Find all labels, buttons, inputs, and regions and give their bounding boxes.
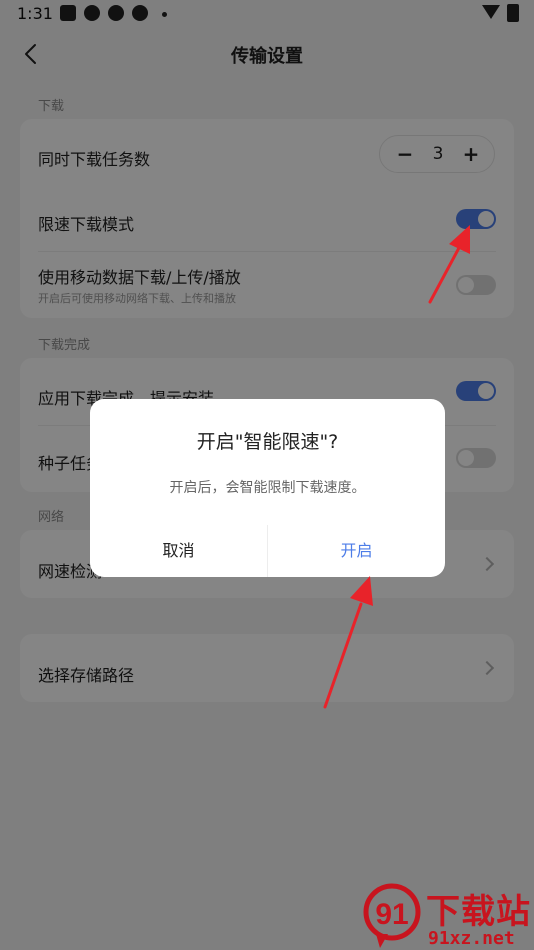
- arrow-to-speed-limit-toggle: [428, 225, 470, 304]
- annotation-arrows: [323, 225, 470, 709]
- watermark-brand: 下载站: [426, 892, 531, 932]
- arrow-to-enable-button: [323, 576, 373, 709]
- watermark: 91 下载站 91xz.net: [362, 882, 534, 950]
- 91-logo-icon: 91: [363, 883, 421, 948]
- watermark-url: 91xz.net: [428, 928, 515, 949]
- svg-text:91: 91: [375, 898, 408, 931]
